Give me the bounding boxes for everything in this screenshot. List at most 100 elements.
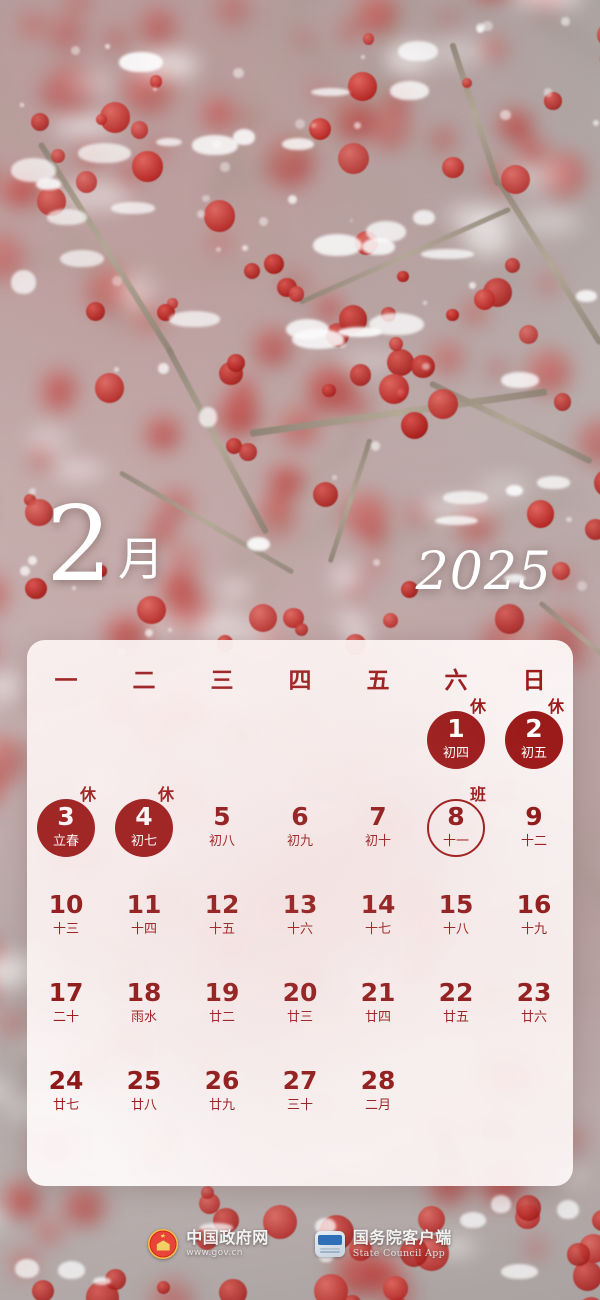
plum-berry <box>94 373 125 403</box>
gov-site-logo[interactable]: 中国政府网 www.gov.cn <box>148 1228 269 1259</box>
footer-logos: 中国政府网 www.gov.cn 国务院客户端 State Council Ap… <box>0 1218 600 1270</box>
day-lunar-label: 初七 <box>130 834 157 849</box>
day-number: 8 <box>447 802 465 831</box>
snowflake <box>561 17 570 26</box>
snowflake <box>202 194 210 203</box>
gov-site-name-cn: 中国政府网 <box>186 1228 269 1248</box>
workday-badge: 班 <box>470 785 487 804</box>
snow-cap <box>398 40 438 61</box>
day-number: 23 <box>516 978 552 1007</box>
calendar-day-6[interactable]: 6 初九 <box>261 795 339 869</box>
plum-berry <box>445 308 459 322</box>
plum-berry <box>494 604 525 634</box>
snowflake <box>339 340 347 348</box>
day-lunar-label: 十七 <box>364 922 391 937</box>
plum-berry <box>473 289 495 311</box>
plum-berry <box>397 270 409 283</box>
calendar-week-rows: 1 初四休 2 初五休 3 立春休 4 初七休 5 初八 6 初九 7 初十 8 十一班 9 十二 10 十三 11 十四… <box>27 699 573 1133</box>
plum-berry <box>388 336 404 352</box>
weekday-header-0: 一 <box>27 670 105 693</box>
weekday-label: 三 <box>210 668 234 694</box>
day-lunar-label: 廿七 <box>52 1098 79 1113</box>
calendar-poster: 2 月 2025 一二三四五六日 1 初四休 2 初五休 3 立春休 4 初七休 5 初八 6 初九 7… <box>0 0 600 1300</box>
plum-berry <box>130 121 149 140</box>
snow-cap <box>420 248 474 259</box>
calendar-day-28[interactable]: 28 二月 <box>339 1059 417 1133</box>
snowflake <box>476 25 483 32</box>
plum-berry <box>442 156 464 179</box>
calendar-day-26[interactable]: 26 廿九 <box>183 1059 261 1133</box>
state-council-app-logo[interactable]: 国务院客户端 State Council App <box>314 1228 452 1259</box>
plum-berry <box>427 389 458 419</box>
plum-berry <box>313 1274 349 1300</box>
calendar-day-1[interactable]: 1 初四 休 <box>417 699 495 781</box>
calendar-day-27[interactable]: 27 三十 <box>261 1059 339 1133</box>
snowflake <box>105 44 110 49</box>
snow-cap <box>491 1194 511 1214</box>
plum-berry <box>395 387 408 400</box>
snowflake <box>220 162 231 172</box>
weekday-label: 六 <box>444 668 468 694</box>
calendar-week-row: 3 立春休 4 初七休 5 初八 6 初九 7 初十 8 十一班 9 十二 <box>27 787 573 869</box>
calendar-day-21[interactable]: 21 廿四 <box>339 971 417 1045</box>
weekday-label: 一 <box>54 668 78 694</box>
day-number: 3 <box>57 802 75 831</box>
plum-berry <box>239 443 257 461</box>
plum-berry <box>348 72 377 101</box>
calendar-day-18[interactable]: 18 雨水 <box>105 971 183 1045</box>
calendar-day-13[interactable]: 13 十六 <box>261 883 339 957</box>
weekday-header-4: 五 <box>339 670 417 693</box>
plum-berry <box>263 254 285 275</box>
restday-badge: 休 <box>548 697 565 716</box>
calendar-day-15[interactable]: 15 十八 <box>417 883 495 957</box>
calendar-day-17[interactable]: 17 二十 <box>27 971 105 1045</box>
plum-berry <box>167 297 178 309</box>
calendar-week-row: 10 十三 11 十四 12 十五 13 十六 14 十七 15 十八 16 十九 <box>27 883 573 957</box>
plum-berry <box>30 112 50 132</box>
weekday-header-2: 三 <box>183 670 261 693</box>
snowflake <box>70 45 80 55</box>
plum-berry <box>382 1275 409 1300</box>
month-number: 2 <box>46 483 112 605</box>
plum-berry <box>200 1185 214 1199</box>
plum-berry <box>504 258 520 274</box>
calendar-day-7[interactable]: 7 初十 <box>339 795 417 869</box>
weekday-label: 五 <box>366 668 390 694</box>
calendar-day-4[interactable]: 4 初七 休 <box>105 787 183 869</box>
calendar-day-12[interactable]: 12 十五 <box>183 883 261 957</box>
snow-cap <box>536 476 571 489</box>
calendar-day-9[interactable]: 9 十二 <box>495 795 573 869</box>
calendar-day-20[interactable]: 20 廿三 <box>261 971 339 1045</box>
calendar-day-24[interactable]: 24 廿七 <box>27 1059 105 1133</box>
snow-cap <box>199 407 217 427</box>
snow-cap <box>93 1276 111 1285</box>
state-council-name-en: State Council App <box>352 1247 445 1259</box>
weekday-label: 四 <box>288 668 312 694</box>
calendar-day-11[interactable]: 11 十四 <box>105 883 183 957</box>
calendar-day-2[interactable]: 2 初五 休 <box>495 699 573 781</box>
calendar-day-14[interactable]: 14 十七 <box>339 883 417 957</box>
day-lunar-label: 二月 <box>364 1098 391 1113</box>
snowflake <box>19 103 24 108</box>
national-emblem-icon <box>148 1229 179 1259</box>
day-number: 5 <box>213 802 231 831</box>
snowflake <box>350 219 354 223</box>
calendar-day-23[interactable]: 23 廿六 <box>495 971 573 1045</box>
calendar-day-25[interactable]: 25 廿八 <box>105 1059 183 1133</box>
day-number: 19 <box>204 978 240 1007</box>
calendar-day-16[interactable]: 16 十九 <box>495 883 573 957</box>
calendar-day-22[interactable]: 22 廿五 <box>417 971 495 1045</box>
calendar-day-5[interactable]: 5 初八 <box>183 795 261 869</box>
calendar-day-19[interactable]: 19 廿二 <box>183 971 261 1045</box>
snowflake <box>114 367 120 373</box>
calendar-day-8[interactable]: 8 十一 班 <box>417 787 495 869</box>
calendar-day-3[interactable]: 3 立春 休 <box>27 787 105 869</box>
day-number: 25 <box>126 1066 162 1095</box>
plum-berry <box>150 75 163 88</box>
plum-berry <box>96 113 108 125</box>
plum-berry <box>75 171 98 194</box>
day-number: 7 <box>369 802 387 831</box>
year-label: 2025 <box>415 542 552 602</box>
calendar-day-10[interactable]: 10 十三 <box>27 883 105 957</box>
day-lunar-label: 十三 <box>52 922 79 937</box>
